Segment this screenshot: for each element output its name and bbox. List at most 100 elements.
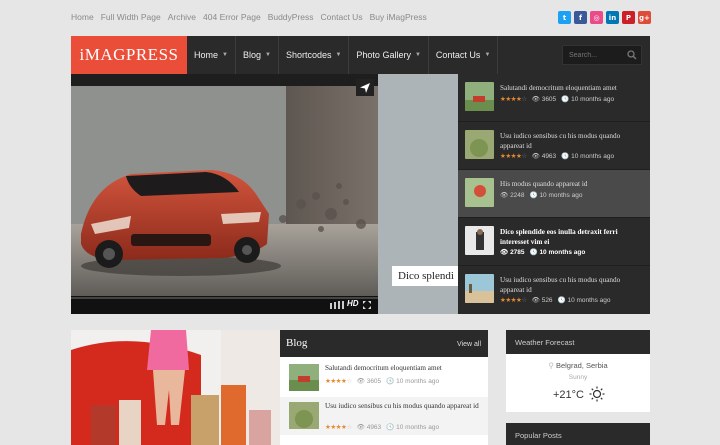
- top-link-contact[interactable]: Contact Us: [321, 12, 363, 22]
- thumbnail-image: [289, 402, 319, 429]
- weather-temperature: +21°C: [553, 389, 585, 401]
- blog-post-title: Usu iudico sensibus cu his modus quando …: [325, 402, 479, 410]
- views-count: 👁 2248: [500, 192, 525, 199]
- post-time: 🕓 10 months ago: [529, 249, 586, 256]
- search-input[interactable]: [563, 46, 625, 64]
- search-box: [562, 45, 642, 65]
- linkedin-icon[interactable]: in: [606, 11, 619, 24]
- blog-widget: Blog View all Salutandi democritum eloqu…: [280, 330, 488, 445]
- popular-posts-title: Popular Posts: [506, 423, 650, 445]
- slider-item-meta: ★★★★☆ 👁 526 🕓 10 months ago: [500, 296, 610, 304]
- slider-item-meta: ★★★★☆ 👁 4963 🕓 10 months ago: [500, 152, 614, 160]
- google-plus-icon[interactable]: g+: [638, 11, 651, 24]
- weather-location: ⚲ Belgrad, Serbia: [506, 361, 650, 370]
- views-value: 3605: [541, 96, 557, 103]
- weather-title: Weather Forecast: [506, 330, 650, 354]
- chevron-down-icon: ▼: [484, 52, 491, 58]
- views-count: 👁 2785: [500, 249, 525, 256]
- weather-condition: Sunny: [568, 374, 588, 381]
- promo-image[interactable]: [71, 330, 280, 445]
- blog-post-title: Salutandi democritum eloquentiam amet: [325, 364, 442, 372]
- slider-item-meta: ★★★★☆ 👁 3605 🕓 10 months ago: [500, 95, 614, 103]
- views-count: 👁 4963: [356, 424, 382, 431]
- top-link-404[interactable]: 404 Error Page: [203, 12, 261, 22]
- nav-label: Shortcodes: [285, 50, 332, 60]
- views-value: 4963: [541, 153, 557, 160]
- fullscreen-icon[interactable]: [363, 301, 371, 309]
- nav-label: Contact Us: [435, 50, 481, 60]
- blog-post[interactable]: Salutandi democritum eloquentiam amet ★★…: [280, 359, 488, 397]
- views-count: 👁 526: [531, 297, 553, 304]
- time-value: 10 months ago: [396, 378, 440, 385]
- featured-slider[interactable]: Dico splendi HD: [71, 74, 458, 314]
- location-pin-icon: ⚲: [548, 361, 554, 370]
- nav-item-blog[interactable]: Blog ▼: [236, 36, 279, 74]
- top-link-archive[interactable]: Archive: [168, 12, 196, 22]
- video-controls: HD: [71, 296, 378, 314]
- slider-item-title: Usu iudico sensibus cu his modus quando …: [500, 132, 621, 150]
- hd-toggle[interactable]: HD: [347, 299, 359, 308]
- chevron-down-icon: ▼: [414, 52, 421, 58]
- rating-stars: ★★★★☆: [500, 296, 527, 304]
- volume-icon[interactable]: [330, 301, 344, 309]
- thumbnail-image: [465, 130, 494, 159]
- views-value: 526: [541, 297, 553, 304]
- slider-item[interactable]: Salutandi democritum eloquentiam amet ★★…: [458, 74, 650, 122]
- top-link-buddypress[interactable]: BuddyPress: [268, 12, 314, 22]
- thumbnail-image: [465, 274, 494, 303]
- slider-item-meta: 👁 2785 🕓 10 months ago: [500, 248, 585, 256]
- post-time: 🕓 10 months ago: [386, 424, 440, 431]
- slider-item-title: His modus quando appareat id: [500, 180, 588, 188]
- dribbble-icon[interactable]: ◎: [590, 11, 603, 24]
- view-all-link[interactable]: View all: [457, 341, 481, 348]
- location-text: Belgrad, Serbia: [555, 361, 608, 370]
- blog-post[interactable]: Usu iudico sensibus cu his modus quando …: [280, 397, 488, 435]
- nav-item-home[interactable]: Home ▼: [187, 36, 236, 74]
- search-icon[interactable]: [627, 50, 637, 60]
- slide-caption[interactable]: Dico splendi: [392, 266, 458, 286]
- slider-item[interactable]: Dico splendide eos inulla detraxit ferri…: [458, 218, 650, 266]
- chevron-down-icon: ▼: [335, 52, 342, 58]
- top-link-home[interactable]: Home: [71, 12, 94, 22]
- nav-item-shortcodes[interactable]: Shortcodes ▼: [279, 36, 350, 74]
- slider-item-meta: 👁 2248 🕓 10 months ago: [500, 191, 582, 199]
- views-value: 3605: [366, 378, 382, 385]
- rating-stars: ★★★★☆: [325, 423, 352, 431]
- send-icon: [360, 82, 370, 93]
- slider-item[interactable]: Usu iudico sensibus cu his modus quando …: [458, 122, 650, 170]
- top-link-full-width[interactable]: Full Width Page: [101, 12, 161, 22]
- slider-item-active[interactable]: His modus quando appareat id 👁 2248 🕓 10…: [458, 170, 650, 218]
- blog-post-meta: ★★★★☆ 👁 3605 🕓 10 months ago: [325, 377, 439, 385]
- chevron-down-icon: ▼: [264, 52, 271, 58]
- video-progress[interactable]: [71, 297, 378, 299]
- shopping-photo: [71, 330, 280, 445]
- slider-item-title: Dico splendide eos inulla detraxit ferri…: [500, 228, 618, 246]
- nav-item-photo-gallery[interactable]: Photo Gallery ▼: [349, 36, 429, 74]
- slider-item-title: Salutandi democritum eloquentiam amet: [500, 84, 617, 92]
- site-logo[interactable]: iMAGPRESS: [71, 36, 187, 74]
- nav-label: Blog: [242, 50, 261, 60]
- post-time: 🕓 10 months ago: [529, 192, 583, 199]
- share-button[interactable]: [356, 79, 374, 96]
- sun-icon: [589, 386, 605, 402]
- time-value: 10 months ago: [571, 153, 615, 160]
- rating-stars: ★★★★☆: [500, 95, 527, 103]
- nav-item-contact[interactable]: Contact Us ▼: [429, 36, 499, 74]
- time-value: 10 months ago: [571, 96, 615, 103]
- facebook-icon[interactable]: f: [574, 11, 587, 24]
- post-time: 🕓 10 months ago: [561, 96, 615, 103]
- twitter-icon[interactable]: t: [558, 11, 571, 24]
- pinterest-icon[interactable]: P: [622, 11, 635, 24]
- post-time: 🕓 10 months ago: [557, 297, 611, 304]
- time-value: 10 months ago: [539, 249, 586, 256]
- views-count: 👁 4963: [531, 153, 557, 160]
- thumbnail-image: [465, 226, 494, 255]
- top-link-buy[interactable]: Buy iMagPress: [370, 12, 427, 22]
- slider-item[interactable]: Usu iudico sensibus cu his modus quando …: [458, 266, 650, 314]
- main-header: iMAGPRESS Home ▼ Blog ▼ Shortcodes ▼ Photo …: [71, 36, 650, 74]
- chevron-down-icon: ▼: [222, 52, 228, 58]
- time-value: 10 months ago: [567, 297, 611, 304]
- thumbnail-image: [289, 364, 319, 391]
- post-time: 🕓 10 months ago: [386, 378, 440, 385]
- nav-label: Home: [194, 50, 219, 60]
